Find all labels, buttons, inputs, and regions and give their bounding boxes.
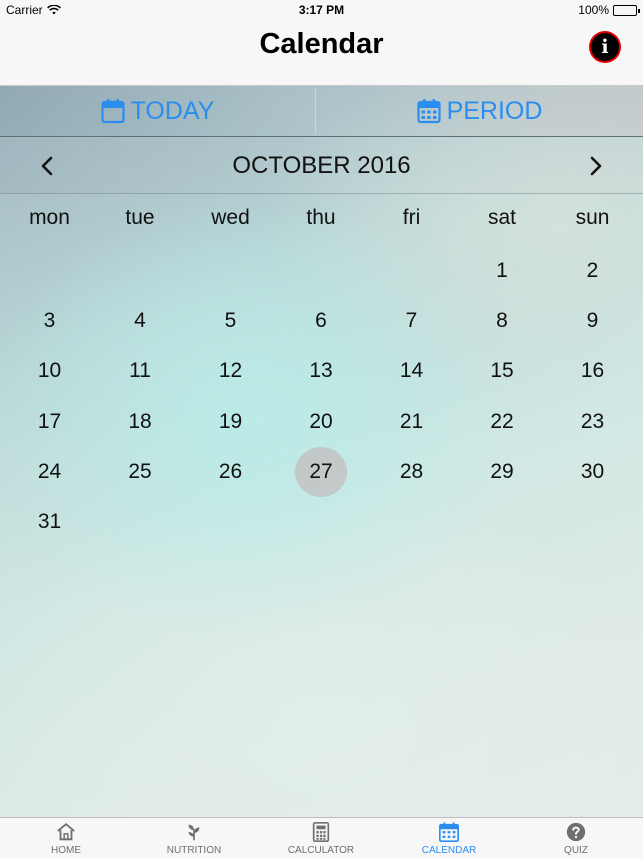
calendar-day[interactable]: 25 (114, 447, 166, 497)
tab-label: CALENDAR (421, 845, 477, 856)
leaf-icon (188, 824, 200, 841)
calendar-day[interactable]: 13 (295, 346, 347, 396)
tab-bar: HOME NUTRITION CALCULATOR CALENDAR QUIZ (0, 817, 643, 858)
calendar-day[interactable]: 4 (114, 296, 166, 346)
calendar-day[interactable]: 23 (567, 397, 619, 447)
calendar-day[interactable]: 21 (386, 397, 438, 447)
weekday-label: sun (575, 206, 610, 229)
weekday-header: mon tue wed thu fri sat sun (0, 206, 643, 234)
home-icon (57, 823, 75, 841)
weekday-label: mon (29, 206, 70, 229)
calculator-icon (312, 822, 330, 842)
calendar-day[interactable]: 22 (476, 397, 528, 447)
info-button[interactable]: i (591, 33, 619, 61)
calendar-period-icon (416, 99, 441, 124)
calendar-day[interactable]: 26 (205, 447, 257, 497)
month-title: OCTOBER 2016 (232, 152, 411, 179)
tab-calendar[interactable]: CALENDAR (385, 820, 513, 858)
calendar-day[interactable]: 6 (295, 296, 347, 346)
calendar-day[interactable]: 2 (567, 246, 619, 296)
tab-label: CALCULATOR (287, 845, 355, 856)
tab-home[interactable]: HOME (2, 820, 130, 858)
calendar-day[interactable]: 12 (205, 346, 257, 396)
calendar-content: TODAY PERIOD OCTOBER 2016 mon tue wed th… (0, 86, 643, 817)
calendar-day[interactable]: 9 (567, 296, 619, 346)
period-label: PERIOD (446, 96, 543, 125)
page-title: Calendar (259, 28, 384, 60)
calendar-day[interactable]: 1 (476, 246, 528, 296)
tab-quiz[interactable]: QUIZ (512, 820, 640, 858)
weekday-label: wed (211, 206, 250, 229)
next-month-button[interactable] (580, 151, 610, 181)
calendar-day[interactable]: 28 (386, 447, 438, 497)
calendar-day-today[interactable]: 27 (295, 446, 347, 497)
tab-label: NUTRITION (166, 845, 222, 856)
battery-percent: 100% (578, 3, 609, 17)
calendar-day[interactable]: 17 (24, 397, 76, 447)
calendar-day[interactable]: 19 (205, 397, 257, 447)
month-header: OCTOBER 2016 (0, 138, 643, 194)
tab-label: HOME (51, 845, 81, 856)
period-button[interactable]: PERIOD (316, 86, 643, 136)
info-icon: i (601, 36, 609, 58)
calendar-day[interactable]: 20 (295, 397, 347, 447)
navigation-bar: Calendar i (0, 20, 643, 86)
weekday-label: fri (402, 206, 421, 229)
tab-label: QUIZ (564, 845, 588, 856)
tab-calculator[interactable]: CALCULATOR (257, 820, 385, 858)
calendar-day[interactable]: 5 (205, 296, 257, 346)
tab-nutrition[interactable]: NUTRITION (130, 820, 258, 858)
status-time: 3:17 PM (298, 3, 345, 17)
calendar-day[interactable]: 31 (24, 497, 76, 547)
calendar-day[interactable]: 3 (24, 296, 76, 346)
calendar-day[interactable]: 29 (476, 447, 528, 497)
calendar-day[interactable]: 11 (114, 346, 166, 396)
calendar-day[interactable]: 16 (567, 346, 619, 396)
status-right: 100% (578, 3, 640, 17)
weekday-label: tue (125, 206, 155, 229)
battery-icon (613, 4, 640, 16)
calendar-today-icon (100, 99, 125, 124)
question-icon (566, 822, 586, 842)
weekday-label: sat (487, 206, 516, 229)
calendar-day[interactable]: 15 (476, 346, 528, 396)
calendar-day[interactable]: 24 (24, 447, 76, 497)
today-button[interactable]: TODAY (0, 86, 315, 136)
calendar-day[interactable]: 30 (567, 447, 619, 497)
calendar-day[interactable]: 10 (24, 346, 76, 396)
calendar-day[interactable]: 18 (114, 397, 166, 447)
segment-bar: TODAY PERIOD (0, 86, 643, 137)
calendar-day[interactable]: 14 (386, 346, 438, 396)
calendar-icon (439, 822, 459, 842)
status-bar: Carrier 3:17 PM 100% (0, 0, 643, 20)
calendar-day[interactable]: 8 (476, 296, 528, 346)
today-label: TODAY (130, 96, 215, 125)
weekday-label: thu (306, 206, 336, 229)
calendar-day[interactable]: 7 (386, 296, 438, 346)
